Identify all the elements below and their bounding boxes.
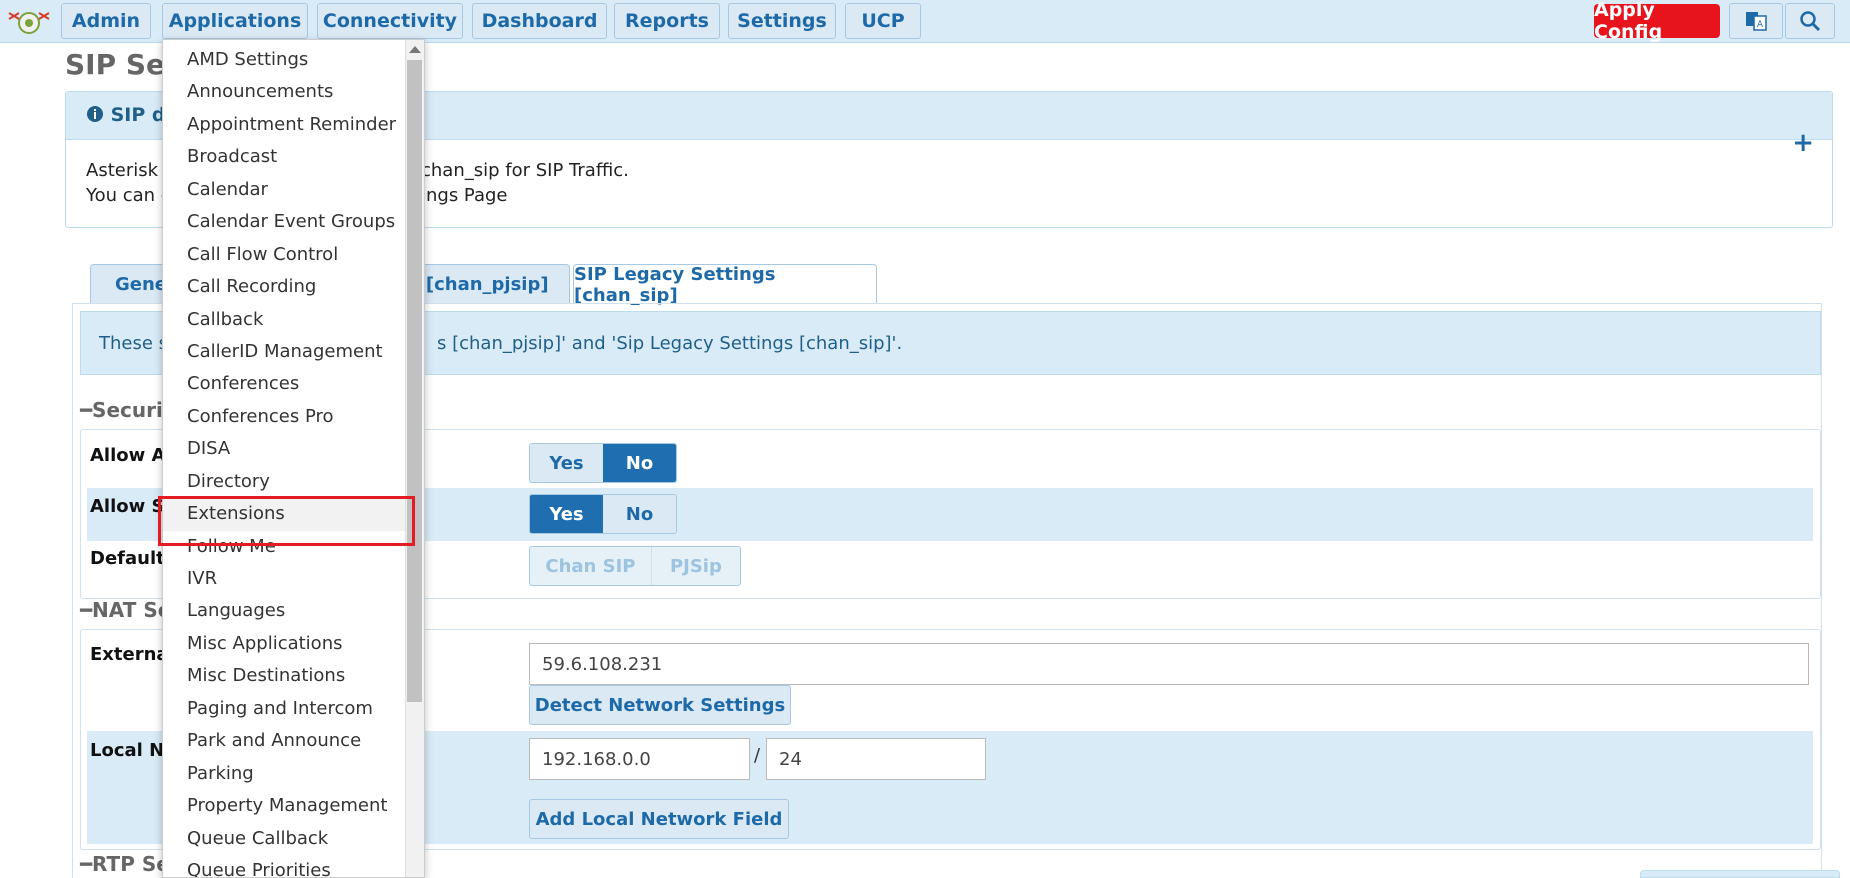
menu-item-queue-callback[interactable]: Queue Callback — [163, 823, 406, 855]
top-navbar: Admin Applications Connectivity Dashboar… — [0, 0, 1850, 43]
menu-item-languages[interactable]: Languages — [163, 595, 406, 627]
scrollbar-thumb[interactable] — [407, 60, 422, 702]
alert-line2-tail: ings Page — [421, 185, 508, 206]
chan-sip-option[interactable]: Chan SIP — [530, 547, 651, 585]
nav-reports[interactable]: Reports — [614, 3, 720, 39]
allow-sip-toggle[interactable]: Yes No — [529, 494, 677, 534]
menu-item-calendar[interactable]: Calendar — [163, 174, 406, 206]
no-option[interactable]: No — [603, 495, 676, 533]
security-section-title[interactable]: ━Securit — [80, 398, 172, 422]
info-strip-suffix: s [chan_pjsip]' and 'Sip Legacy Settings… — [437, 333, 903, 354]
nav-ucp[interactable]: UCP — [845, 3, 921, 39]
nat-section-title[interactable]: ━NAT Se — [80, 598, 171, 622]
menu-item-announcements[interactable]: Announcements — [163, 76, 406, 108]
menu-item-conferences-pro[interactable]: Conferences Pro — [163, 401, 406, 433]
dropdown-list: AMD Settings Announcements Appointment Rem… — [163, 44, 406, 877]
expand-plus-icon[interactable]: + — [1792, 128, 1814, 158]
menu-item-ivr[interactable]: IVR — [163, 563, 406, 595]
security-title-text: Securit — [92, 398, 173, 422]
nat-title-text: NAT Se — [92, 598, 172, 622]
cidr-slash: / — [754, 745, 761, 766]
menu-item-property-management[interactable]: Property Management — [163, 790, 406, 822]
local-network-cidr-input[interactable]: 24 — [766, 738, 986, 780]
rtp-section-title[interactable]: ━RTP Se — [80, 852, 170, 876]
rtp-title-text: RTP Se — [92, 852, 170, 876]
detect-network-settings-button[interactable]: Detect Network Settings — [529, 685, 791, 725]
add-local-network-button[interactable]: Add Local Network Field — [529, 799, 789, 839]
menu-item-misc-destinations[interactable]: Misc Destinations — [163, 660, 406, 692]
collapse-minus-icon: ━ — [80, 398, 93, 422]
menu-item-conferences[interactable]: Conferences — [163, 368, 406, 400]
allow-anonymous-toggle[interactable]: Yes No — [529, 443, 677, 483]
default-driver-toggle[interactable]: Chan SIP PJSip — [529, 546, 741, 586]
menu-item-queue-priorities[interactable]: Queue Priorities — [163, 855, 406, 877]
menu-item-amd-settings[interactable]: AMD Settings — [163, 44, 406, 76]
local-network-ip-input[interactable]: 192.168.0.0 — [529, 738, 750, 780]
menu-item-misc-applications[interactable]: Misc Applications — [163, 628, 406, 660]
info-strip-prefix: These s — [99, 333, 169, 354]
extensions-highlight-box — [158, 496, 415, 546]
scroll-up-arrow-icon[interactable] — [409, 46, 421, 53]
nav-connectivity[interactable]: Connectivity — [317, 3, 463, 39]
bottom-right-panel — [1640, 870, 1840, 878]
nav-dashboard[interactable]: Dashboard — [472, 3, 607, 39]
svg-text:A: A — [1757, 20, 1764, 30]
dropdown-scrollbar[interactable] — [405, 40, 424, 877]
apply-config-button[interactable]: Apply Config — [1594, 0, 1720, 43]
tab-sip-legacy[interactable]: SIP Legacy Settings [chan_sip] — [573, 264, 877, 306]
menu-item-callerid-management[interactable]: CallerID Management — [163, 336, 406, 368]
language-icon[interactable]: A — [1729, 3, 1783, 39]
alert-line2: You can c — [86, 185, 171, 206]
no-option[interactable]: No — [603, 444, 676, 482]
yes-option[interactable]: Yes — [530, 444, 603, 482]
collapse-minus-icon: ━ — [80, 598, 93, 622]
pjsip-option[interactable]: PJSip — [650, 547, 740, 585]
menu-item-broadcast[interactable]: Broadcast — [163, 141, 406, 173]
menu-item-parking[interactable]: Parking — [163, 758, 406, 790]
info-icon — [86, 104, 111, 126]
external-address-input[interactable]: 59.6.108.231 — [529, 643, 1809, 685]
menu-item-paging-and-intercom[interactable]: Paging and Intercom — [163, 693, 406, 725]
search-icon[interactable] — [1785, 3, 1835, 39]
nav-admin[interactable]: Admin — [61, 3, 151, 39]
yes-option[interactable]: Yes — [530, 495, 603, 533]
applications-dropdown-menu[interactable]: AMD Settings Announcements Appointment Rem… — [162, 39, 425, 878]
nav-applications[interactable]: Applications — [162, 3, 308, 39]
menu-item-disa[interactable]: DISA — [163, 433, 406, 465]
freepbx-logo-icon[interactable] — [5, 5, 53, 39]
menu-item-call-recording[interactable]: Call Recording — [163, 271, 406, 303]
menu-item-callback[interactable]: Callback — [163, 304, 406, 336]
alert-line1-tail: chan_sip for SIP Traffic. — [421, 160, 629, 181]
menu-item-call-flow-control[interactable]: Call Flow Control — [163, 239, 406, 271]
collapse-minus-icon: ━ — [80, 852, 93, 876]
menu-item-appointment-reminder[interactable]: Appointment Reminder — [163, 109, 406, 141]
default-driver-label: Default — [90, 548, 165, 569]
menu-item-park-and-announce[interactable]: Park and Announce — [163, 725, 406, 757]
menu-item-directory[interactable]: Directory — [163, 466, 406, 498]
menu-item-calendar-event-groups[interactable]: Calendar Event Groups — [163, 206, 406, 238]
nav-settings[interactable]: Settings — [728, 3, 836, 39]
